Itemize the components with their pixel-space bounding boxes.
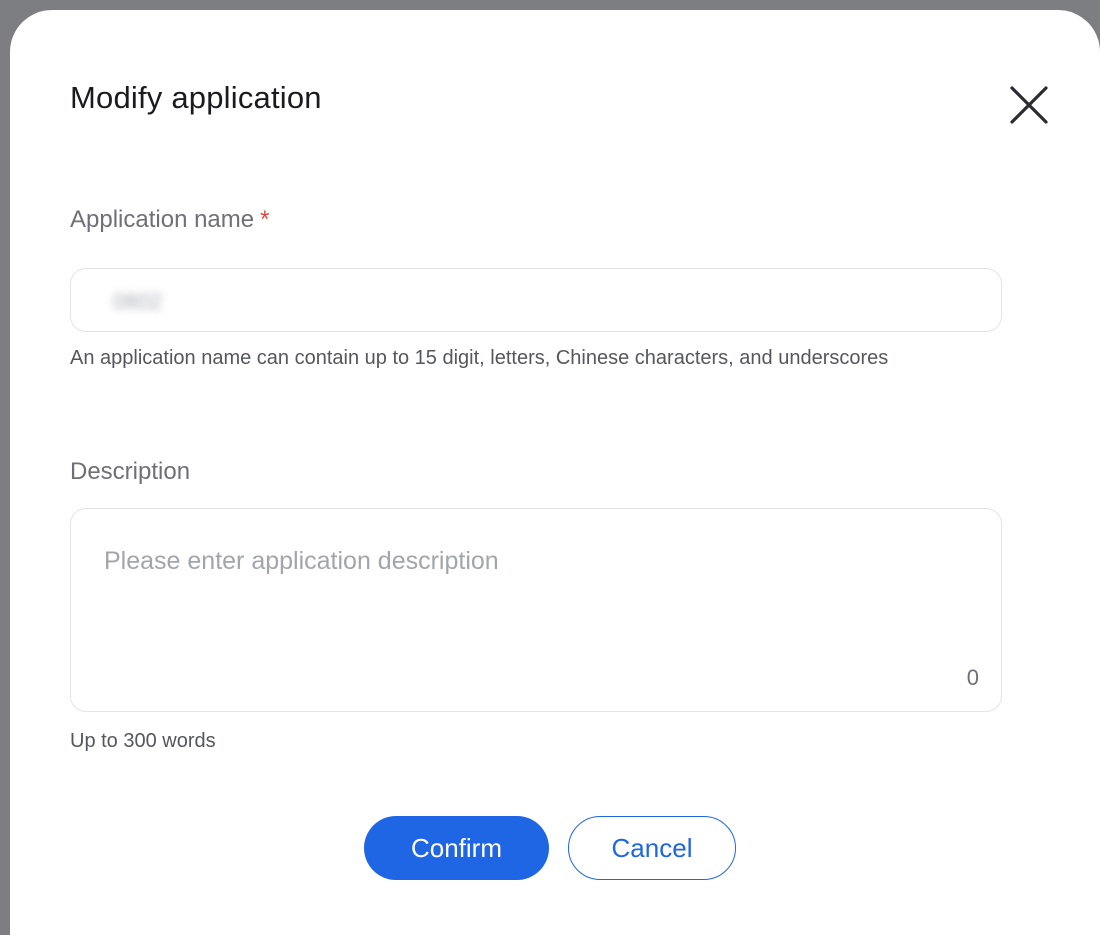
character-counter: 0 [966,665,979,690]
close-button[interactable] [1002,78,1056,132]
application-name-value: 0802 [113,289,162,314]
confirm-button[interactable]: Confirm [364,816,549,880]
application-name-label-text: Application name [70,206,255,233]
description-hint: Up to 300 words [70,730,216,752]
application-name-input[interactable]: 0802 [70,268,1002,332]
application-name-label: Application name * [70,206,269,234]
required-marker: * [260,206,270,233]
close-icon [1010,86,1048,124]
dialog-title: Modify application [70,80,322,115]
application-name-hint: An application name can contain up to 15… [70,347,889,369]
cancel-button[interactable]: Cancel [568,816,736,880]
description-placeholder: Please enter application description [104,547,499,575]
description-textarea[interactable]: Please enter application description 0 [70,508,1002,712]
modify-application-dialog: Modify application Application name * 080… [10,10,1100,935]
description-label: Description [70,458,191,485]
